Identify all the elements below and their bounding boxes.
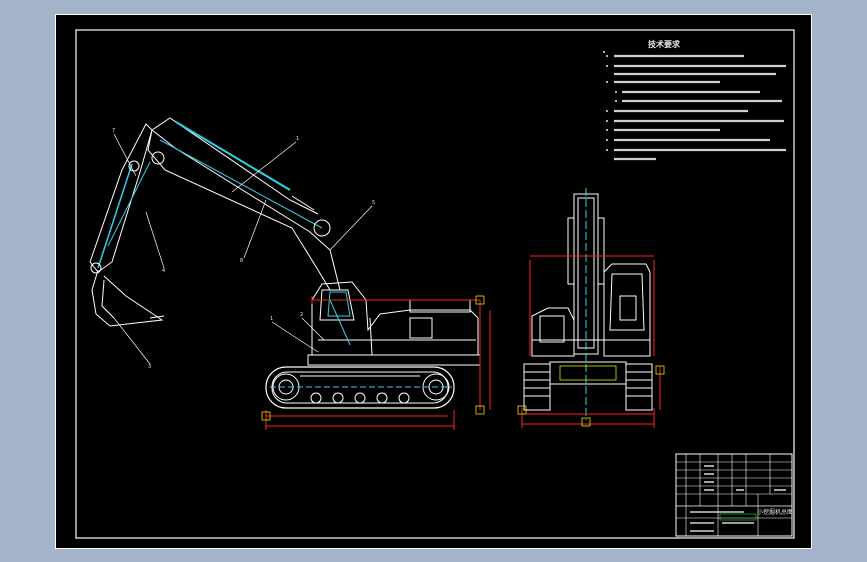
cad-drawing: 1 8 5 7 4 3 1 2 技术要求 小挖掘机总图 (75, 29, 795, 539)
svg-text:2: 2 (300, 312, 303, 318)
svg-text:3: 3 (148, 364, 151, 370)
side-arm (89, 123, 153, 274)
side-boom (147, 117, 341, 291)
svg-text:8: 8 (240, 258, 243, 264)
side-view: 1 8 5 7 4 3 1 2 (89, 117, 491, 430)
svg-text:1: 1 (296, 136, 299, 142)
title-block-name: 小挖掘机总图 (757, 508, 793, 516)
title-block: 小挖掘机总图 (675, 453, 793, 537)
svg-text:5: 5 (372, 200, 375, 206)
front-view (517, 188, 665, 428)
side-upper-body (307, 281, 481, 366)
tech-requirements: 技术要求 (603, 39, 786, 161)
svg-text:7: 7 (112, 128, 115, 134)
side-bucket (91, 269, 165, 327)
svg-text:4: 4 (162, 268, 165, 274)
part-leaders: 1 8 5 7 4 3 1 2 (112, 128, 375, 370)
svg-text:1: 1 (270, 316, 273, 322)
side-dimensions (261, 295, 491, 430)
side-track (265, 366, 455, 409)
tech-title: 技术要求 (648, 39, 681, 49)
